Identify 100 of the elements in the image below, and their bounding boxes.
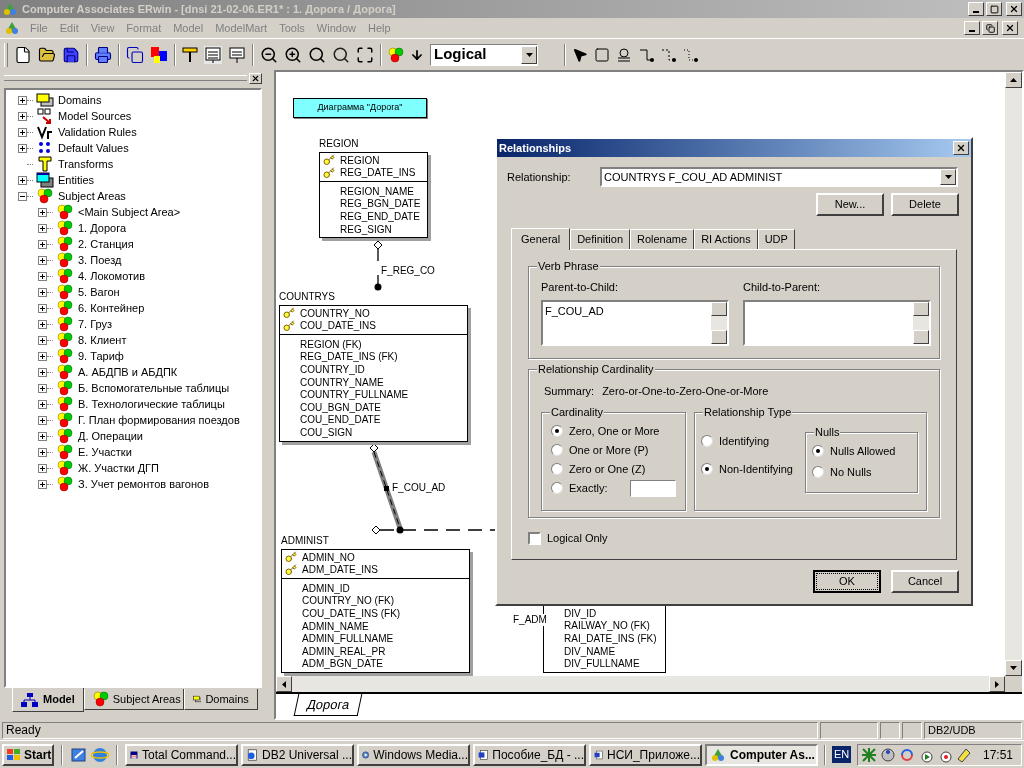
radio-button[interactable] [812,445,824,457]
connector-icon[interactable] [660,46,676,63]
tree-item-label[interactable]: <Main Subject Area> [78,203,181,221]
dialog-tab[interactable]: Rolename [630,229,695,249]
vertical-scrollbar[interactable] [1005,72,1022,676]
expand-toggle[interactable] [18,95,27,105]
tree-item-label[interactable]: 3. Поезд [78,251,122,269]
collapse-toggle[interactable] [18,191,27,201]
minimize-button[interactable] [968,2,984,16]
restore-button[interactable] [982,21,998,35]
radio-label[interactable]: Exactly: [569,479,608,497]
zoom-icon[interactable] [332,45,350,64]
tree-item-label[interactable]: З. Учет ремонтов вагонов [78,475,209,493]
entity-box[interactable]: COUNTRY_NO COU_DATE_INS REGION (FK) REG_DATE_INS (FK) COUNTRY_ID COUNTRY_NAME COUNTRY_FULLNAME COU_BGN_DATE COU_END_DATE COU_SIGN [279,305,468,442]
dialog-button[interactable]: New... [816,193,884,216]
zoom-in-icon[interactable] [284,45,302,64]
exactly-field[interactable] [629,479,676,497]
expand-toggle[interactable] [38,223,47,233]
close-button[interactable] [249,72,262,84]
arrow-down-icon[interactable] [410,47,424,62]
dialog-tab[interactable]: Definition [570,229,630,249]
dialog-tab[interactable]: RI Actions [694,229,758,249]
panel-tab[interactable]: Subject Areas [83,689,184,710]
entity-tool-icon[interactable] [594,46,610,63]
language-indicator[interactable]: EN [832,746,852,763]
taskbar-button[interactable]: Windows Media... [357,743,470,766]
expand-toggle[interactable] [38,335,47,345]
scroll-up-icon[interactable] [1010,78,1017,82]
expand-toggle[interactable] [38,319,47,329]
zoom-out-icon[interactable] [260,45,278,64]
panel-tab[interactable]: Domains [183,689,258,710]
expand-toggle[interactable] [18,127,27,137]
tree-item-label[interactable]: 5. Вагон [78,283,120,301]
start-button[interactable]: Start [2,743,54,766]
tree-item-label[interactable]: Subject Areas [58,187,126,205]
scroll-right-icon[interactable] [995,680,999,688]
tree-item-label[interactable]: В. Технологические таблицы [78,395,225,413]
expand-toggle[interactable] [38,431,47,441]
tree-item-label[interactable]: 8. Клиент [78,331,127,349]
tree-item-label[interactable]: 7. Груз [78,315,113,333]
tree-item-label[interactable]: 1. Дорога [78,219,127,237]
checkbox-label[interactable]: Logical Only [547,530,608,547]
tree-item-label[interactable]: Entities [58,171,95,189]
radio-button[interactable] [701,435,713,447]
relationship-combobox[interactable]: COUNTRYS F_COU_AD ADMINIST [600,167,958,187]
taskbar-button[interactable]: Пособие_БД - ... [473,743,586,766]
tree-item-label[interactable]: Д. Операции [78,427,144,445]
taskbar-button[interactable]: DB2 Universal ... [241,743,354,766]
expand-toggle[interactable] [18,111,27,121]
tree-item-label[interactable]: 2. Станция [78,235,134,253]
tree-item-label[interactable]: Transforms [58,155,114,173]
desktop-icon[interactable] [70,745,88,764]
tree-item-label[interactable]: Domains [58,91,102,109]
fit-icon[interactable] [356,45,374,64]
dialog-tab[interactable]: UDP [757,229,795,249]
taskbar-button[interactable]: Computer As... [705,743,818,766]
note-icon[interactable] [228,45,246,64]
radio-button[interactable] [551,482,563,494]
tree-item-label[interactable]: Б. Вспомогательные таблицы [78,379,230,397]
print-icon[interactable] [94,45,112,64]
radio-label[interactable]: Zero, One or More [569,422,660,440]
checkbox[interactable] [528,531,541,545]
expand-toggle[interactable] [38,287,47,297]
panel-tab[interactable]: Model [12,688,84,712]
open-folder-icon[interactable] [38,45,56,64]
expand-toggle[interactable] [38,367,47,377]
browser-icon[interactable] [91,745,109,764]
relationship-line[interactable] [371,525,497,535]
radio-button[interactable] [551,444,563,456]
radio-label[interactable]: Non-Identifying [719,460,793,478]
minimize-button[interactable] [964,21,980,35]
entity-box[interactable]: REGION REG_DATE_INS REGION_NAME REG_BGN_DATE REG_END_DATE REG_SIGN [319,152,428,239]
radio-label[interactable]: Nulls Allowed [830,442,896,460]
tree-item-label[interactable]: 6. Контейнер [78,299,145,317]
connector-icon[interactable] [682,46,698,63]
save-icon[interactable] [62,45,80,64]
tray-icon[interactable] [880,746,897,763]
dialog-button[interactable]: OK [813,570,881,593]
taskbar-button[interactable]: Total Command... [125,743,238,766]
new-file-icon[interactable] [14,45,32,64]
expand-toggle[interactable] [38,255,47,265]
tree-item-label[interactable]: Model Sources [58,107,132,125]
dialog-tab[interactable]: General [511,228,571,250]
subtype-icon[interactable] [616,46,632,63]
tree-item-label[interactable]: Default Values [58,139,129,157]
subject-area-icon[interactable] [388,46,404,63]
radio-button[interactable] [701,463,713,475]
tray-icon[interactable] [899,746,916,763]
diagram-tab[interactable]: Дорога [293,694,363,716]
tree-item-label[interactable]: Validation Rules [58,123,137,141]
expand-toggle[interactable] [38,207,47,217]
dialog-button[interactable]: Delete [891,193,959,216]
expand-toggle[interactable] [38,271,47,281]
close-button[interactable] [1002,21,1018,35]
zoom-icon[interactable] [308,45,326,64]
radio-button[interactable] [551,463,563,475]
tree-item-label[interactable]: 4. Локомотив [78,267,146,285]
radio-label[interactable]: Zero or One (Z) [569,460,646,478]
verb-phrase-field[interactable]: F_COU_AD [541,299,729,346]
tray-icon[interactable] [956,746,973,763]
